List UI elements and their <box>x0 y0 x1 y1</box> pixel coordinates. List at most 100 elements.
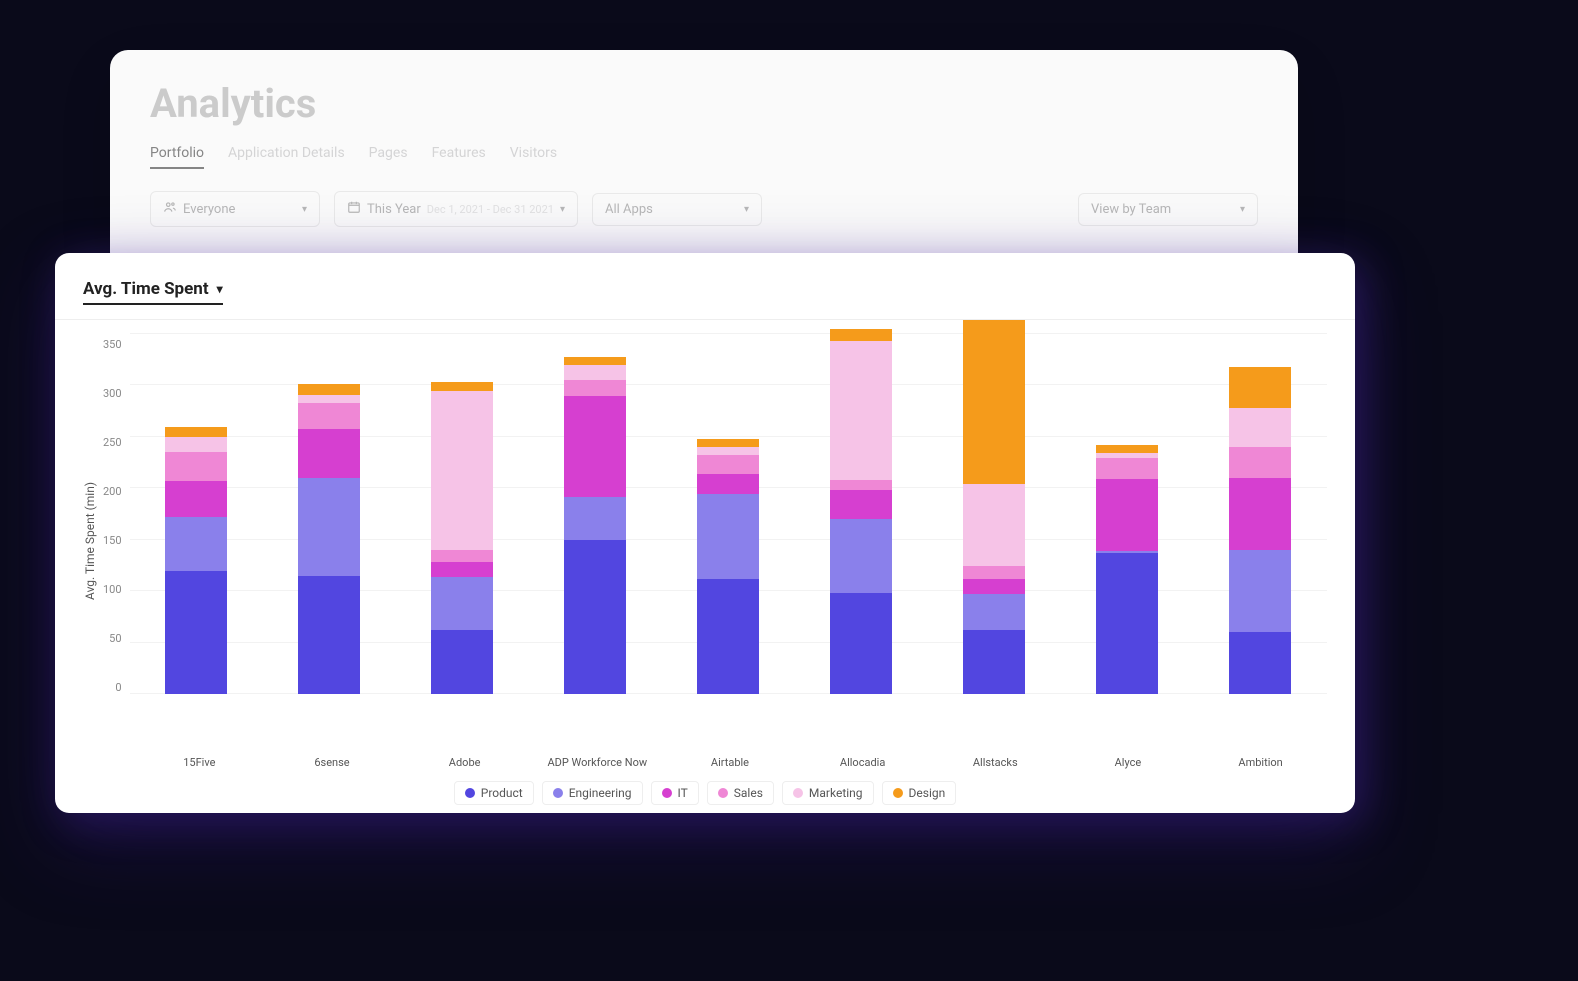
bar-segment-product <box>1229 632 1291 694</box>
bar-segment-it <box>564 396 626 497</box>
legend-item-engineering[interactable]: Engineering <box>542 781 643 805</box>
filter-date-label: This Year <box>367 202 421 217</box>
filter-row: Everyone ▾ This Year Dec 1, 2021 - Dec 3… <box>150 191 1258 227</box>
bar-segment-engineering <box>298 478 360 576</box>
bar-column <box>165 427 227 694</box>
legend-swatch <box>553 788 563 798</box>
legend-swatch <box>718 788 728 798</box>
tabs-row: Portfolio Application Details Pages Feat… <box>150 145 1258 169</box>
legend-label: Design <box>909 786 946 800</box>
bar-segment-engineering <box>431 577 493 630</box>
bar-column <box>830 329 892 694</box>
bar-segment-engineering <box>963 594 1025 630</box>
y-tick: 200 <box>103 485 122 498</box>
people-icon <box>163 200 177 218</box>
x-label: Alyce <box>1073 756 1183 769</box>
bar-segment-it <box>1096 479 1158 551</box>
y-axis: 350300250200150100500 <box>103 334 130 694</box>
bar-segment-sales <box>298 403 360 429</box>
tab-features[interactable]: Features <box>432 145 486 169</box>
bar-segment-sales <box>830 480 892 490</box>
tab-portfolio[interactable]: Portfolio <box>150 145 204 169</box>
bar-segment-engineering <box>1229 550 1291 632</box>
y-tick: 250 <box>103 436 122 449</box>
chevron-down-icon: ▾ <box>560 204 565 215</box>
bar-segment-it <box>298 429 360 478</box>
legend-item-design[interactable]: Design <box>882 781 957 805</box>
legend-label: IT <box>678 786 688 800</box>
x-label: Ambition <box>1206 756 1316 769</box>
legend-item-product[interactable]: Product <box>454 781 534 805</box>
bar-segment-it <box>830 490 892 519</box>
bar-segment-engineering <box>697 494 759 578</box>
bar-segment-design <box>298 384 360 394</box>
legend-item-it[interactable]: IT <box>651 781 699 805</box>
bar-segment-it <box>1229 478 1291 550</box>
x-label: Adobe <box>410 756 520 769</box>
chart-area: Avg. Time Spent (min) 350300250200150100… <box>83 328 1327 748</box>
filter-view[interactable]: View by Team ▾ <box>1078 193 1258 226</box>
bar-segment-product <box>1096 553 1158 694</box>
metric-selector-label: Avg. Time Spent <box>83 279 209 299</box>
bar-segment-it <box>431 562 493 576</box>
bar-segment-design <box>963 320 1025 485</box>
x-label: Airtable <box>675 756 785 769</box>
bar-segment-engineering <box>564 497 626 540</box>
legend-item-sales[interactable]: Sales <box>707 781 774 805</box>
bar-segment-it <box>165 481 227 517</box>
analytics-back-card: Analytics Portfolio Application Details … <box>110 50 1298 270</box>
filter-apps-label: All Apps <box>605 202 653 217</box>
y-tick: 0 <box>103 681 122 694</box>
legend-swatch <box>893 788 903 798</box>
bar-segment-design <box>830 329 892 341</box>
metric-selector[interactable]: Avg. Time Spent ▾ <box>83 279 223 305</box>
x-label: Allocadia <box>808 756 918 769</box>
bar-segment-it <box>963 579 1025 594</box>
bar-segment-product <box>431 630 493 694</box>
legend-item-marketing[interactable]: Marketing <box>782 781 874 805</box>
bar-segment-product <box>298 576 360 694</box>
bar-segment-design <box>431 382 493 390</box>
x-label: 6sense <box>277 756 387 769</box>
bar-segment-sales <box>564 380 626 395</box>
legend-swatch <box>662 788 672 798</box>
filter-apps[interactable]: All Apps ▾ <box>592 193 762 226</box>
bar-segment-engineering <box>830 519 892 593</box>
bar-segment-marketing <box>564 365 626 380</box>
bar-segment-marketing <box>431 391 493 550</box>
plot-area <box>130 334 1327 694</box>
chevron-down-icon: ▾ <box>302 204 307 215</box>
y-axis-label: Avg. Time Spent (min) <box>83 482 97 600</box>
tab-visitors[interactable]: Visitors <box>510 145 557 169</box>
bar-segment-product <box>165 571 227 694</box>
bar-segment-sales <box>963 566 1025 578</box>
bar-segment-sales <box>697 455 759 474</box>
bar-segment-marketing <box>830 341 892 480</box>
filter-segment[interactable]: Everyone ▾ <box>150 191 320 227</box>
bar-segment-marketing <box>1229 408 1291 447</box>
bar-column <box>963 320 1025 694</box>
bar-segment-product <box>564 540 626 694</box>
bar-segment-sales <box>431 550 493 562</box>
x-axis: 15Five6senseAdobeADP Workforce NowAirtab… <box>133 756 1327 769</box>
legend-swatch <box>793 788 803 798</box>
bar-column <box>298 384 360 694</box>
bar-segment-design <box>1229 367 1291 408</box>
tab-application-details[interactable]: Application Details <box>228 145 345 169</box>
bar-segment-design <box>1096 445 1158 453</box>
y-tick: 300 <box>103 387 122 400</box>
filter-date-hint: Dec 1, 2021 - Dec 31 2021 <box>427 203 554 216</box>
chevron-down-icon: ▾ <box>217 282 223 296</box>
bar-segment-marketing <box>298 395 360 403</box>
bar-column <box>1229 367 1291 694</box>
page-title: Analytics <box>150 80 1258 127</box>
bar-segment-sales <box>165 452 227 481</box>
tab-pages[interactable]: Pages <box>369 145 408 169</box>
bar-segment-design <box>564 357 626 365</box>
bar-column <box>431 382 493 694</box>
bar-segment-product <box>697 579 759 694</box>
bar-segment-marketing <box>165 437 227 452</box>
bar-segment-marketing <box>697 447 759 455</box>
filter-date[interactable]: This Year Dec 1, 2021 - Dec 31 2021 ▾ <box>334 191 578 227</box>
legend-swatch <box>465 788 475 798</box>
